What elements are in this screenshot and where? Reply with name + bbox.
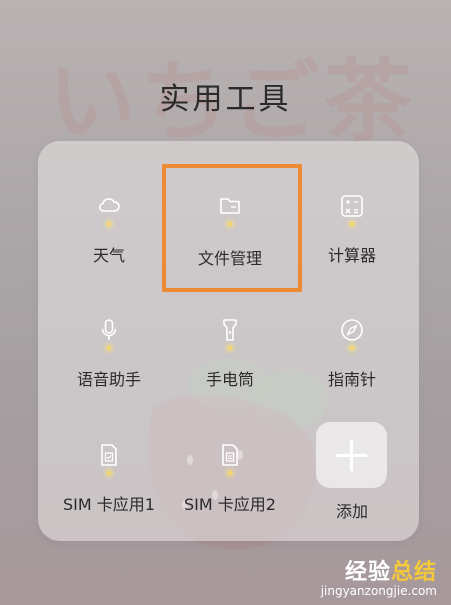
highlight-box <box>162 164 302 292</box>
app-label: 计算器 <box>327 246 376 265</box>
cloud-icon <box>99 198 120 212</box>
flashlight-icon <box>223 319 237 341</box>
app-flashlight[interactable]: 手电筒 <box>175 316 285 390</box>
app-compass[interactable]: 指南针 <box>297 316 407 390</box>
app-label: 天气 <box>92 246 125 265</box>
new-app-indicator <box>350 222 354 226</box>
add-app-button[interactable] <box>316 422 387 488</box>
watermark-text: 经验 <box>344 560 391 585</box>
new-app-indicator <box>107 471 111 475</box>
watermark-url: jingyanzongjie.com <box>320 584 437 598</box>
app-label: 指南针 <box>327 370 376 389</box>
app-label: 语音助手 <box>76 370 141 389</box>
app-add[interactable]: 添加 <box>297 498 407 522</box>
app-label: 添加 <box>335 502 368 521</box>
plus-icon <box>335 439 368 472</box>
new-app-indicator <box>107 346 111 350</box>
app-label: 手电筒 <box>205 370 254 389</box>
new-app-indicator <box>107 222 111 226</box>
app-label: SIM 卡应用1 <box>63 495 155 514</box>
watermark: 经验总结 jingyanzongjie.com <box>321 554 437 598</box>
app-sim-card-2[interactable]: SIM 卡应用2 <box>175 441 285 515</box>
app-voice-assistant[interactable]: 语音助手 <box>54 316 164 390</box>
calculator-icon <box>341 195 363 217</box>
app-calculator[interactable]: 计算器 <box>297 192 407 266</box>
sim-card-icon <box>222 444 238 466</box>
microphone-icon <box>101 319 117 340</box>
watermark-text: 总结 <box>390 560 437 585</box>
folder-title[interactable]: 实用工具 <box>0 74 451 118</box>
compass-icon <box>341 319 363 341</box>
new-app-indicator <box>228 346 232 350</box>
new-app-indicator <box>350 346 354 350</box>
new-app-indicator <box>228 471 232 475</box>
app-sim-card-1[interactable]: SIM 卡应用1 <box>54 441 164 515</box>
app-label: SIM 卡应用2 <box>184 495 276 514</box>
sim-card-icon <box>101 444 117 466</box>
app-weather[interactable]: 天气 <box>54 192 164 266</box>
